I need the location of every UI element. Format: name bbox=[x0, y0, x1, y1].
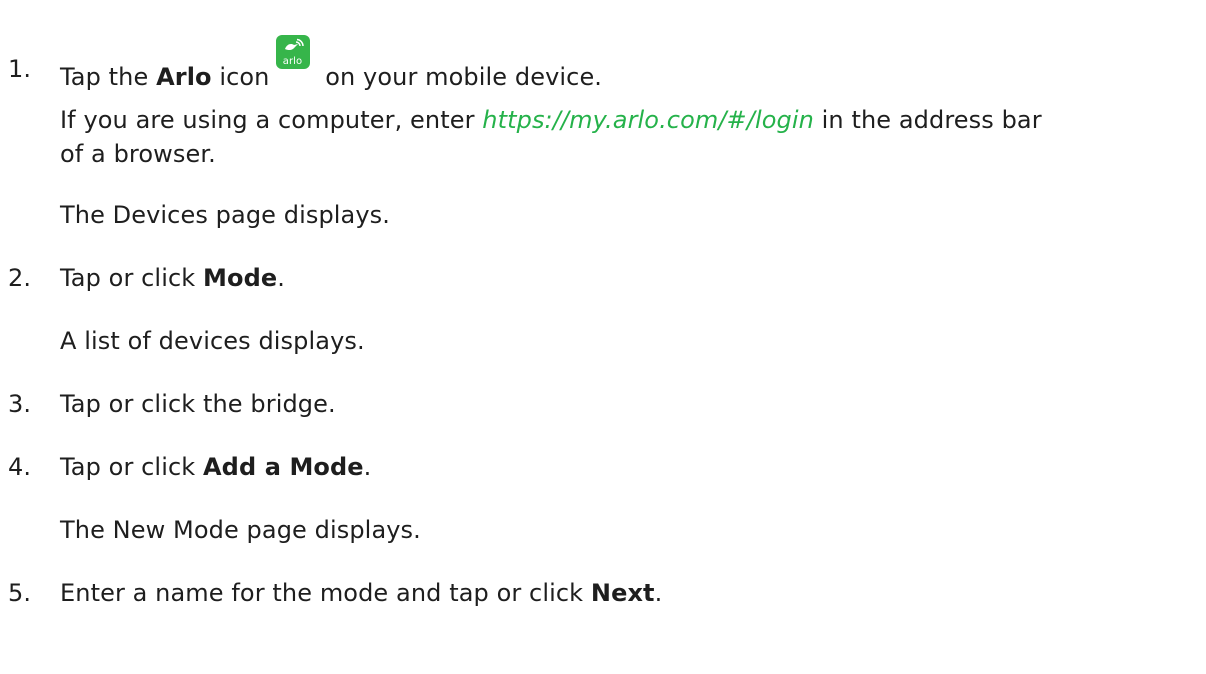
arlo-app-name: Arlo bbox=[156, 63, 212, 91]
arlo-app-icon: arlo bbox=[275, 35, 310, 69]
arlo-login-link[interactable]: https://my.arlo.com/#/login bbox=[482, 106, 814, 134]
document-page: 1. Tap the Arlo icon arlo on your mobile … bbox=[0, 0, 1206, 674]
mode-label: Mode bbox=[203, 264, 278, 292]
next-label: Next bbox=[590, 579, 655, 607]
step-text: Tap or click the bridge. bbox=[60, 390, 336, 418]
step-text: Tap or click Add a Mode. bbox=[60, 453, 372, 481]
arlo-bird-icon bbox=[284, 38, 304, 51]
step-number: 3. bbox=[8, 390, 32, 418]
step-number: 2. bbox=[8, 264, 32, 292]
step-number: 4. bbox=[8, 453, 32, 481]
step-number: 1. bbox=[8, 55, 32, 83]
add-a-mode-label: Add a Mode bbox=[203, 453, 364, 481]
step-text: Tap or click Mode. bbox=[60, 264, 285, 292]
arlo-icon-label: arlo bbox=[282, 56, 303, 67]
step-number: 5. bbox=[8, 579, 32, 607]
step-text: Enter a name for the mode and tap or cli… bbox=[60, 579, 663, 607]
step-text: Tap the Arlo icon arlo on your mobile dev… bbox=[60, 35, 602, 93]
